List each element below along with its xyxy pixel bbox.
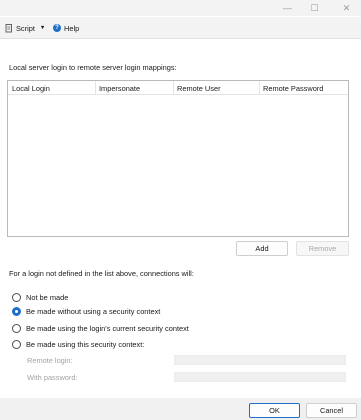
help-button[interactable]: ? Help [53, 23, 79, 33]
radio-label: Not be made [26, 292, 69, 302]
radio-this-security-context[interactable]: Be made using this security context: [12, 338, 144, 350]
maximize-icon: ☐ [310, 2, 319, 13]
chevron-down-icon[interactable]: ▼ [40, 25, 45, 31]
radio-label: Be made using the login's current securi… [26, 323, 189, 333]
radio-not-be-made[interactable]: Not be made [12, 291, 68, 303]
mappings-table[interactable]: Local Login Impersonate Remote User Remo… [7, 80, 349, 237]
column-divider[interactable] [173, 81, 174, 94]
script-icon [5, 23, 12, 32]
radio-button-selected[interactable] [12, 306, 21, 316]
mappings-label: Local server login to remote server logi… [9, 63, 177, 72]
column-header-local-login[interactable]: Local Login [12, 84, 50, 93]
radio-label: Be made without using a security context [26, 306, 161, 316]
column-divider[interactable] [95, 81, 96, 94]
radio-button[interactable] [12, 292, 21, 302]
radio-current-security-context[interactable]: Be made using the login's current securi… [12, 322, 189, 334]
remove-button[interactable]: Remove [296, 241, 349, 256]
radio-button[interactable] [12, 323, 21, 333]
script-label: Script [16, 23, 35, 33]
help-icon: ? [53, 24, 61, 32]
column-header-remote-password[interactable]: Remote Password [263, 84, 323, 93]
undefined-logins-label: For a login not defined in the list abov… [9, 269, 194, 278]
remote-login-label: Remote login: [27, 356, 73, 365]
maximize-button[interactable]: ☐ [302, 0, 327, 16]
table-header: Local Login Impersonate Remote User Remo… [8, 81, 348, 95]
radio-without-security-context[interactable]: Be made without using a security context [12, 305, 160, 317]
minimize-icon: — [283, 3, 292, 13]
remote-login-field[interactable] [174, 355, 346, 365]
close-icon: ✕ [342, 2, 351, 13]
radio-label: Be made using this security context: [26, 339, 145, 349]
with-password-field[interactable] [174, 372, 346, 382]
column-divider[interactable] [259, 81, 260, 94]
ok-button[interactable]: OK [249, 403, 300, 418]
with-password-label: With password: [27, 373, 78, 382]
script-button[interactable]: Script ▼ [5, 23, 45, 33]
column-header-remote-user[interactable]: Remote User [177, 84, 221, 93]
close-button[interactable]: ✕ [334, 0, 359, 16]
help-label: Help [64, 23, 80, 33]
cancel-button[interactable]: Cancel [306, 403, 357, 418]
add-button[interactable]: Add [236, 241, 288, 256]
minimize-button[interactable]: — [275, 0, 300, 16]
radio-button[interactable] [12, 339, 21, 349]
column-header-impersonate[interactable]: Impersonate [99, 84, 140, 93]
